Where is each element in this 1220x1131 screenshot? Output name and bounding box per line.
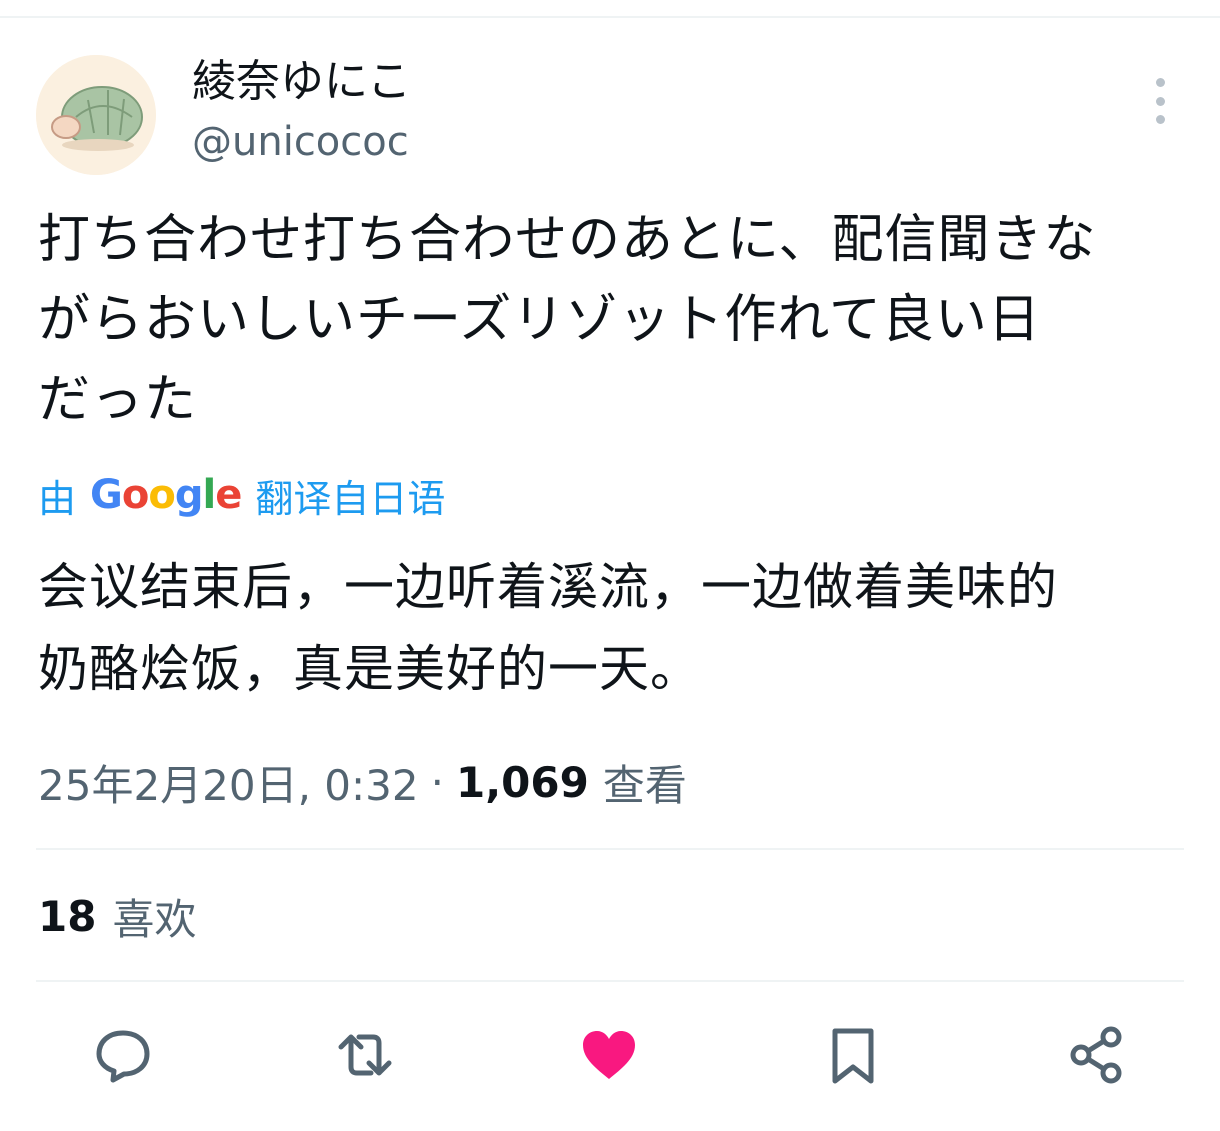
more-dot-icon [1155, 78, 1165, 87]
heart-filled-icon [583, 1031, 635, 1079]
like-button[interactable] [574, 1020, 644, 1090]
more-dot-icon [1155, 96, 1165, 106]
action-bar [0, 1010, 1220, 1100]
likes-label: 喜欢 [112, 894, 197, 944]
tweet-meta: 25年2月20日, 0:32 · 1,069 查看 [38, 752, 687, 812]
likes-stat[interactable]: 18 喜欢 [38, 888, 196, 944]
bookmark-button[interactable] [818, 1020, 888, 1090]
translated-text: 会议结束后，一边听着溪流，一边做着美味的 奶酪烩饭，真是美好的一天。 [38, 558, 1058, 698]
bookmark-icon [832, 1028, 874, 1084]
retweet-icon [338, 1034, 392, 1076]
share-icon [1070, 1026, 1122, 1084]
turtle-avatar-icon [36, 55, 156, 175]
top-divider [0, 16, 1220, 18]
reply-button[interactable] [88, 1020, 158, 1090]
meta-divider [36, 848, 1184, 850]
share-button[interactable] [1062, 1020, 1132, 1090]
translation-source-label: 翻译自日语 [255, 476, 446, 521]
views-count: 1,069 [456, 757, 589, 807]
stats-divider [36, 980, 1184, 982]
more-dot-icon [1155, 115, 1165, 124]
more-options-button[interactable] [1140, 78, 1180, 124]
reply-icon [96, 1030, 150, 1083]
display-name[interactable]: 綾奈ゆにこ [192, 56, 411, 108]
user-handle[interactable]: @unicococ [192, 118, 409, 166]
tweet-text: 打ち合わせ打ち合わせのあとに、配信聞きな がらおいしいチーズリゾット作れて良い日… [38, 210, 1097, 430]
avatar[interactable] [36, 55, 156, 175]
likes-count: 18 [38, 891, 97, 941]
tweet-timestamp[interactable]: 25年2月20日, 0:32 [38, 752, 419, 813]
translation-by-label: 由 [38, 476, 77, 521]
google-logo: Google [90, 472, 242, 518]
meta-separator: · [430, 757, 444, 807]
translation-attribution[interactable]: 由 Google 翻译自日语 [38, 470, 446, 521]
views-label: 查看 [602, 760, 687, 810]
retweet-button[interactable] [330, 1020, 400, 1090]
